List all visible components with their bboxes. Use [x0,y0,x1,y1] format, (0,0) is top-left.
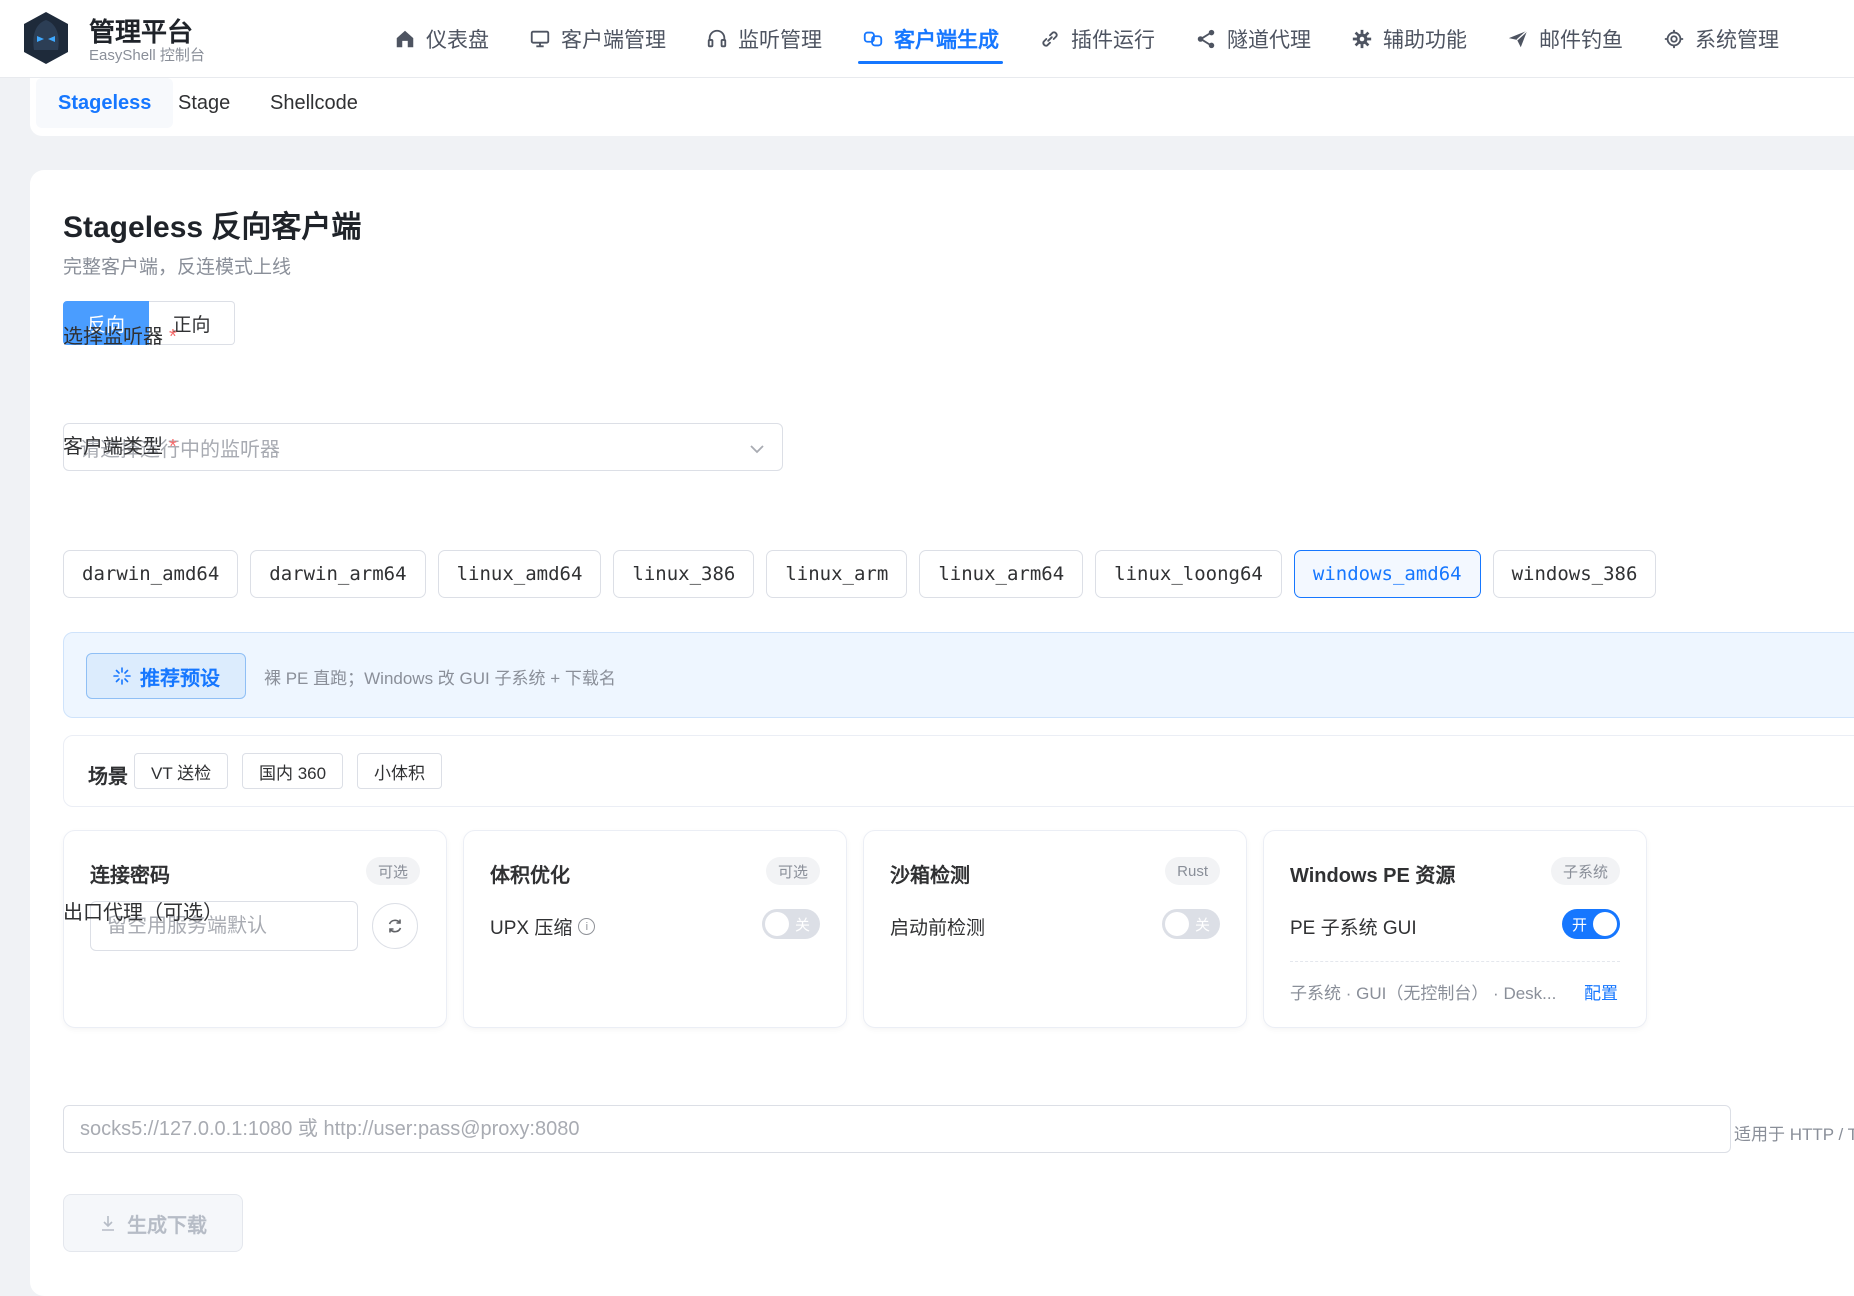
subsystem-badge: 子系统 [1550,857,1620,885]
refresh-password-button[interactable] [372,903,418,949]
link-box-icon [863,31,883,47]
size-optional-badge: 可选 [765,857,820,885]
headset-icon [707,29,727,48]
rust-badge: Rust [1165,857,1220,885]
scene-small-size[interactable]: 小体积 [357,753,442,789]
proxy-label: 出口代理（可选） [63,902,223,924]
brand-subtitle: EasyShell 控制台 [89,47,205,64]
type-linux-arm64[interactable]: linux_arm64 [919,550,1084,598]
type-linux-amd64[interactable]: linux_amd64 [437,550,602,598]
pe-gui-toggle[interactable]: 开 [1562,909,1620,939]
client-type-group: darwin_amd64 darwin_arm64 linux_amd64 li… [63,550,1668,598]
upx-toggle[interactable]: 关 [762,909,820,939]
pe-subsystem-row: PE 子系统 GUI [1290,918,1417,939]
main-card: Stageless 反向客户端 完整客户端，反连模式上线 反向 正向 选择监听器… [30,170,1854,1296]
hooded-logo-icon [24,12,68,64]
mode-tabs: Stageless Stage Shellcode [30,78,1854,136]
pre-launch-check-row: 启动前检测 [890,918,986,939]
windows-pe-card: Windows PE 资源 子系统 PE 子系统 GUI 开 子系统 · GUI… [1263,830,1647,1028]
settings-icon [1664,29,1684,49]
toggle-knob [1593,912,1617,936]
type-linux-386[interactable]: linux_386 [613,550,755,598]
nav-client-management[interactable]: 客户端管理 [515,0,680,78]
client-type-label: 客户端类型 * [63,436,177,458]
password-card-title: 连接密码 [90,865,170,887]
nav-dashboard[interactable]: 仪表盘 [380,0,503,78]
scene-vt-submit[interactable]: VT 送检 [134,753,229,789]
main-nav: 仪表盘 客户端管理 监听管理 客户端生成 插件运行 隧道代理 辅助功能 邮件钓鱼… [380,0,1805,78]
divider [1290,961,1620,962]
nav-client-generate[interactable]: 客户端生成 [848,0,1013,78]
chevron-down-icon [750,445,764,454]
type-darwin-amd64[interactable]: darwin_amd64 [63,550,239,598]
page-subtitle: 完整客户端，反连模式上线 [63,257,292,278]
type-windows-386[interactable]: windows_386 [1492,550,1657,598]
scene-domestic-360[interactable]: 国内 360 [242,753,344,789]
page-title: Stageless 反向客户端 [63,211,362,244]
sandbox-detection-card: 沙箱检测 Rust 启动前检测 关 [863,830,1247,1028]
sandbox-toggle[interactable]: 关 [1162,909,1220,939]
tab-shellcode[interactable]: Shellcode [270,78,358,128]
password-card: 连接密码 可选 [63,830,447,1028]
sandbox-card-title: 沙箱检测 [890,865,970,887]
tab-stageless[interactable]: Stageless [36,78,174,128]
info-icon[interactable]: i [578,918,596,935]
pe-subsystem-info: 子系统 · GUI（无控制台） · Desk... [1290,984,1557,1003]
cog-icon [1352,29,1372,49]
password-optional-badge: 可选 [365,857,420,885]
listener-label: 选择监听器 * [63,326,177,348]
nav-plugin-run[interactable]: 插件运行 [1025,0,1169,78]
monitor-icon [530,30,550,48]
tab-stage[interactable]: Stage [178,78,230,128]
nav-mail-phishing[interactable]: 邮件钓鱼 [1493,0,1637,78]
download-icon [102,1216,114,1231]
type-windows-amd64[interactable]: windows_amd64 [1293,550,1481,598]
toggle-knob [765,912,789,936]
link-icon [1042,31,1058,47]
scene-label: 场景 [88,766,128,788]
nav-tunnel-proxy[interactable]: 隧道代理 [1181,0,1325,78]
recommended-preset-button[interactable]: 推荐预设 [86,653,246,699]
refresh-icon [388,919,402,933]
proxy-hint: 适用于 HTTP / T [1734,1125,1854,1144]
size-card-title: 体积优化 [490,865,570,887]
scene-bar: 场景 VT 送检 国内 360 小体积 [63,735,1854,807]
type-linux-loong64[interactable]: linux_loong64 [1095,550,1282,598]
share-icon [1197,29,1215,49]
preset-bar: 推荐预设 裸 PE 直跑；Windows 改 GUI 子系统 + 下载名 [63,632,1854,718]
toggle-knob [1165,912,1189,936]
top-header: 管理平台 EasyShell 控制台 仪表盘 客户端管理 监听管理 客户端生成 … [0,0,1854,78]
pe-config-link[interactable]: 配置 [1584,979,1618,1004]
upx-compress-row: UPX 压缩 i [490,913,596,940]
preset-description: 裸 PE 直跑；Windows 改 GUI 子系统 + 下载名 [264,669,616,688]
nav-listener-management[interactable]: 监听管理 [692,0,836,78]
home-icon [396,30,414,48]
pe-card-title: Windows PE 资源 [1290,865,1456,887]
type-linux-arm[interactable]: linux_arm [766,550,908,598]
send-icon [1508,30,1528,48]
proxy-input[interactable] [63,1105,1731,1153]
size-optimization-card: 体积优化 可选 UPX 压缩 i 关 [463,830,847,1028]
nav-system-management[interactable]: 系统管理 [1649,0,1793,78]
sparkle-icon [113,667,131,685]
type-darwin-arm64[interactable]: darwin_arm64 [250,550,426,598]
nav-auxiliary[interactable]: 辅助功能 [1337,0,1481,78]
generate-download-button[interactable]: 生成下载 [63,1194,243,1252]
